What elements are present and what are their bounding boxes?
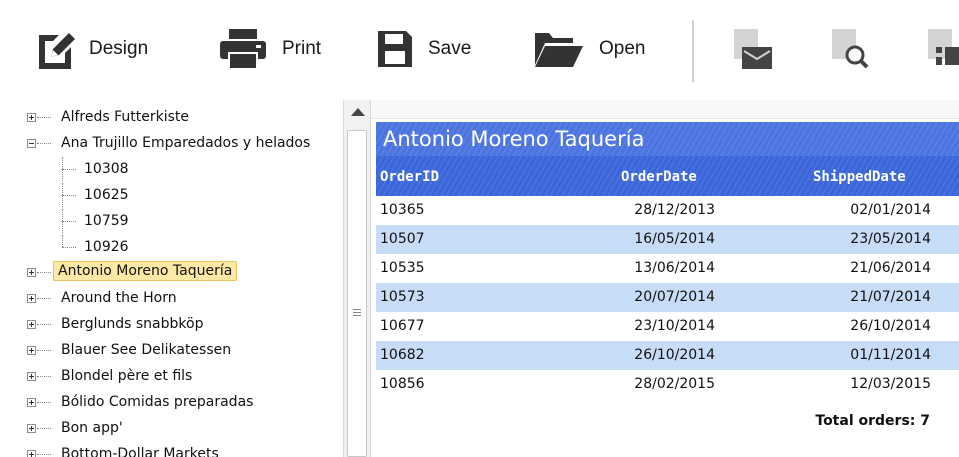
- cell-orderid: 10507: [380, 231, 425, 247]
- save-label: Save: [428, 38, 472, 59]
- tree-item-label[interactable]: Berglunds snabbköp: [57, 315, 207, 333]
- cell-shippeddate: 26/10/2014: [850, 318, 931, 334]
- cell-orderdate: 28/12/2013: [634, 202, 715, 218]
- cell-orderid: 10677: [380, 318, 425, 334]
- cell-shippeddate: 01/11/2014: [850, 347, 931, 363]
- preview-button[interactable]: [830, 24, 870, 74]
- table-row: 10535 13/06/2014 21/06/2014: [376, 254, 959, 283]
- cell-orderdate: 26/10/2014: [634, 347, 715, 363]
- cell-shippeddate: 12/03/2015: [850, 376, 931, 392]
- open-label: Open: [599, 38, 646, 59]
- collapse-toggle[interactable]: [27, 139, 36, 148]
- email-button[interactable]: [732, 24, 774, 74]
- report-top-margin: [371, 100, 959, 119]
- folder-open-icon: [535, 33, 583, 67]
- print-label: Print: [282, 38, 322, 59]
- open-button[interactable]: Open: [533, 24, 645, 74]
- report-view: Antonio Moreno Taquería OrderID OrderDat…: [371, 100, 959, 457]
- expand-toggle[interactable]: [27, 294, 36, 303]
- save-button[interactable]: Save: [376, 24, 471, 74]
- column-header-orderdate: OrderDate: [621, 169, 697, 185]
- report-layout-icon: [928, 29, 959, 65]
- cell-orderid: 10856: [380, 376, 425, 392]
- email-icon: [734, 29, 772, 69]
- printer-icon: [220, 29, 266, 70]
- cell-orderid: 10573: [380, 289, 425, 305]
- cell-orderdate: 16/05/2014: [634, 231, 715, 247]
- cell-orderid: 10535: [380, 260, 425, 276]
- column-header-shippeddate: ShippedDate: [813, 169, 906, 185]
- expand-toggle[interactable]: [27, 113, 36, 122]
- table-row: 10677 23/10/2014 26/10/2014: [376, 312, 959, 341]
- cell-shippeddate: 23/05/2014: [850, 231, 931, 247]
- expand-toggle[interactable]: [27, 398, 36, 407]
- table-row: 10856 28/02/2015 12/03/2015: [376, 370, 959, 399]
- column-header-orderid: OrderID: [380, 169, 440, 185]
- tree-child-label[interactable]: 10625: [80, 186, 133, 204]
- toolbar: Design Print Save Open: [0, 0, 959, 96]
- scrollbar-thumb[interactable]: [347, 130, 367, 457]
- cell-orderdate: 20/07/2014: [634, 289, 715, 305]
- toolbar-separator: [692, 20, 694, 82]
- cell-orderdate: 13/06/2014: [634, 260, 715, 276]
- cell-orderdate: 23/10/2014: [634, 318, 715, 334]
- tree-item-label[interactable]: Alfreds Futterkiste: [57, 108, 193, 126]
- tree-item-label[interactable]: Bottom-Dollar Markets: [57, 445, 223, 457]
- cell-orderid: 10682: [380, 347, 425, 363]
- table-row: 10573 20/07/2014 21/07/2014: [376, 283, 959, 312]
- tree-item-label[interactable]: Around the Horn: [57, 289, 181, 307]
- cell-shippeddate: 21/07/2014: [850, 289, 931, 305]
- tree-item-label[interactable]: Antonio Moreno Taquería: [53, 261, 238, 281]
- tree-item-label[interactable]: Blauer See Delikatessen: [57, 341, 235, 359]
- table-row: 10365 28/12/2013 02/01/2014: [376, 196, 959, 225]
- cell-orderid: 10365: [380, 202, 425, 218]
- table-row: 10682 26/10/2014 01/11/2014: [376, 341, 959, 370]
- report-title: Antonio Moreno Taquería: [383, 127, 645, 151]
- expand-toggle[interactable]: [27, 372, 36, 381]
- total-orders: Total orders: 7: [815, 413, 930, 429]
- report-title-band: Antonio Moreno Taquería: [376, 122, 959, 156]
- preview-search-icon: [832, 29, 869, 69]
- tree-item-label[interactable]: Bon app': [57, 419, 127, 437]
- expand-toggle[interactable]: [27, 320, 36, 329]
- tree-child-label[interactable]: 10926: [80, 238, 133, 256]
- expand-toggle[interactable]: [27, 424, 36, 433]
- expand-toggle[interactable]: [27, 450, 36, 457]
- scroll-up-arrow-icon[interactable]: [351, 108, 365, 116]
- layout-button[interactable]: [926, 24, 959, 74]
- tree-item-label[interactable]: Ana Trujillo Emparedados y helados: [57, 134, 314, 152]
- cell-orderdate: 28/02/2015: [634, 376, 715, 392]
- design-icon: [39, 33, 75, 69]
- report-column-header: OrderID OrderDate ShippedDate: [376, 156, 959, 196]
- cell-shippeddate: 02/01/2014: [850, 202, 931, 218]
- print-button[interactable]: Print: [218, 24, 321, 74]
- floppy-disk-icon: [378, 31, 412, 67]
- tree-child-label[interactable]: 10308: [80, 160, 133, 178]
- expand-toggle[interactable]: [27, 268, 36, 277]
- table-row: 10507 16/05/2014 23/05/2014: [376, 225, 959, 254]
- tree-scrollbar[interactable]: [343, 100, 371, 457]
- tree-item-label[interactable]: Blondel père et fils: [57, 367, 196, 385]
- design-button[interactable]: Design: [37, 24, 148, 74]
- expand-toggle[interactable]: [27, 346, 36, 355]
- cell-shippeddate: 21/06/2014: [850, 260, 931, 276]
- tree-item-label[interactable]: Bólido Comidas preparadas: [57, 393, 257, 411]
- tree-child-label[interactable]: 10759: [80, 212, 133, 230]
- design-label: Design: [89, 38, 149, 59]
- customer-tree: Alfreds Futterkiste Ana Trujillo Empared…: [0, 100, 343, 457]
